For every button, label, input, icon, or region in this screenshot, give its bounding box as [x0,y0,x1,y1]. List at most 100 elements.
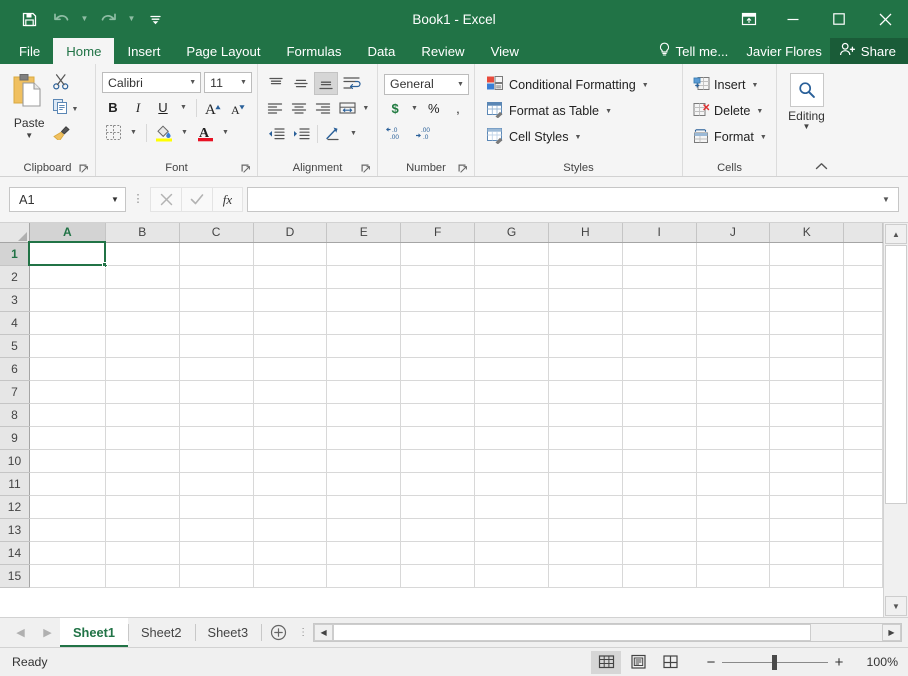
cell-B3[interactable] [105,288,179,311]
cell-E2[interactable] [327,265,401,288]
page-break-preview-button[interactable] [655,651,685,674]
cell-I7[interactable] [622,380,696,403]
cell-F14[interactable] [401,541,475,564]
cell-F7[interactable] [401,380,475,403]
cell-partial-2[interactable] [844,265,883,288]
cell-K3[interactable] [770,288,844,311]
cell-F6[interactable] [401,357,475,380]
cell-I6[interactable] [622,357,696,380]
insert-caret-icon[interactable]: ▼ [752,82,759,89]
cell-I5[interactable] [622,334,696,357]
cell-F13[interactable] [401,518,475,541]
number-dialog-launcher-icon[interactable] [457,163,468,174]
cell-B2[interactable] [105,265,179,288]
maximize-button[interactable] [816,0,862,38]
cell-C1[interactable] [179,242,253,265]
cell-B12[interactable] [105,495,179,518]
cell-D10[interactable] [253,449,327,472]
cell-H14[interactable] [548,541,622,564]
cell-C8[interactable] [179,403,253,426]
select-all-corner[interactable] [0,223,29,242]
cell-A8[interactable] [29,403,105,426]
font-size-combo[interactable]: 11 ▼ [204,72,252,93]
cell-H1[interactable] [548,242,622,265]
formula-bar-grip[interactable]: ⋮ [126,194,150,205]
cell-J15[interactable] [696,564,770,587]
paste-button[interactable]: Paste ▼ [6,69,52,159]
cell-E4[interactable] [327,311,401,334]
accounting-dropdown-icon[interactable]: ▼ [408,97,421,119]
cell-I10[interactable] [622,449,696,472]
cell-partial-12[interactable] [844,495,883,518]
top-align-button[interactable] [264,72,288,95]
cell-D13[interactable] [253,518,327,541]
vertical-scroll-thumb[interactable] [885,245,907,504]
scroll-right-icon[interactable]: ▶ [882,624,901,641]
cell-D7[interactable] [253,380,327,403]
cell-D3[interactable] [253,288,327,311]
cell-K15[interactable] [770,564,844,587]
tab-page-layout[interactable]: Page Layout [173,38,273,64]
underline-dropdown-icon[interactable]: ▼ [177,97,190,119]
editing-dropdown-icon[interactable]: ▼ [803,123,811,131]
increase-decimal-button[interactable]: .0.00 [384,121,412,143]
zoom-slider-thumb[interactable] [772,655,777,670]
sheet-tab-sheet2[interactable]: Sheet2 [128,618,195,647]
number-format-caret-icon[interactable]: ▼ [453,81,468,88]
column-header-k[interactable]: K [770,223,844,242]
column-header-b[interactable]: B [105,223,179,242]
cell-J5[interactable] [696,334,770,357]
shrink-font-button[interactable]: A [228,97,250,119]
merge-and-center-button[interactable] [336,97,359,120]
zoom-in-button[interactable]: + [828,654,850,671]
cell-J4[interactable] [696,311,770,334]
cell-F9[interactable] [401,426,475,449]
cell-J14[interactable] [696,541,770,564]
cell-I12[interactable] [622,495,696,518]
cell-J12[interactable] [696,495,770,518]
bottom-align-button[interactable] [314,72,338,95]
horizontal-scrollbar[interactable]: ◀ ▶ [313,623,902,642]
tab-view[interactable]: View [478,38,532,64]
cell-F4[interactable] [401,311,475,334]
cell-partial-5[interactable] [844,334,883,357]
undo-dropdown-icon[interactable]: ▼ [78,6,91,32]
cell-K1[interactable] [770,242,844,265]
conditional-formatting-button[interactable]: Conditional Formatting ▼ [484,72,677,98]
zoom-level-label[interactable]: 100% [850,655,898,669]
close-button[interactable] [862,0,908,38]
cell-J13[interactable] [696,518,770,541]
tab-split-handle[interactable]: ⋮ [295,618,311,647]
scroll-left-icon[interactable]: ◀ [314,624,333,641]
cell-partial-1[interactable] [844,242,883,265]
cell-C11[interactable] [179,472,253,495]
cell-partial-9[interactable] [844,426,883,449]
cut-button[interactable] [52,72,90,96]
cell-H10[interactable] [548,449,622,472]
worksheet-grid[interactable]: A B C D E F G H I J K [0,223,883,588]
cell-H2[interactable] [548,265,622,288]
cell-E6[interactable] [327,357,401,380]
cell-F2[interactable] [401,265,475,288]
column-header-i[interactable]: I [622,223,696,242]
cell-H12[interactable] [548,495,622,518]
cell-A4[interactable] [29,311,105,334]
cell-A13[interactable] [29,518,105,541]
cell-F15[interactable] [401,564,475,587]
cell-E12[interactable] [327,495,401,518]
row-header-10[interactable]: 10 [0,449,29,472]
cell-H11[interactable] [548,472,622,495]
scroll-down-icon[interactable]: ▼ [885,596,907,616]
cell-G13[interactable] [475,518,549,541]
row-header-6[interactable]: 6 [0,357,29,380]
cell-K14[interactable] [770,541,844,564]
conditional-formatting-caret-icon[interactable]: ▼ [642,82,649,89]
accounting-format-button[interactable]: $ [384,97,406,119]
cell-A10[interactable] [29,449,105,472]
cell-partial-10[interactable] [844,449,883,472]
tab-data[interactable]: Data [354,38,408,64]
decrease-indent-button[interactable] [264,122,288,145]
cell-G11[interactable] [475,472,549,495]
cell-K4[interactable] [770,311,844,334]
cell-K13[interactable] [770,518,844,541]
